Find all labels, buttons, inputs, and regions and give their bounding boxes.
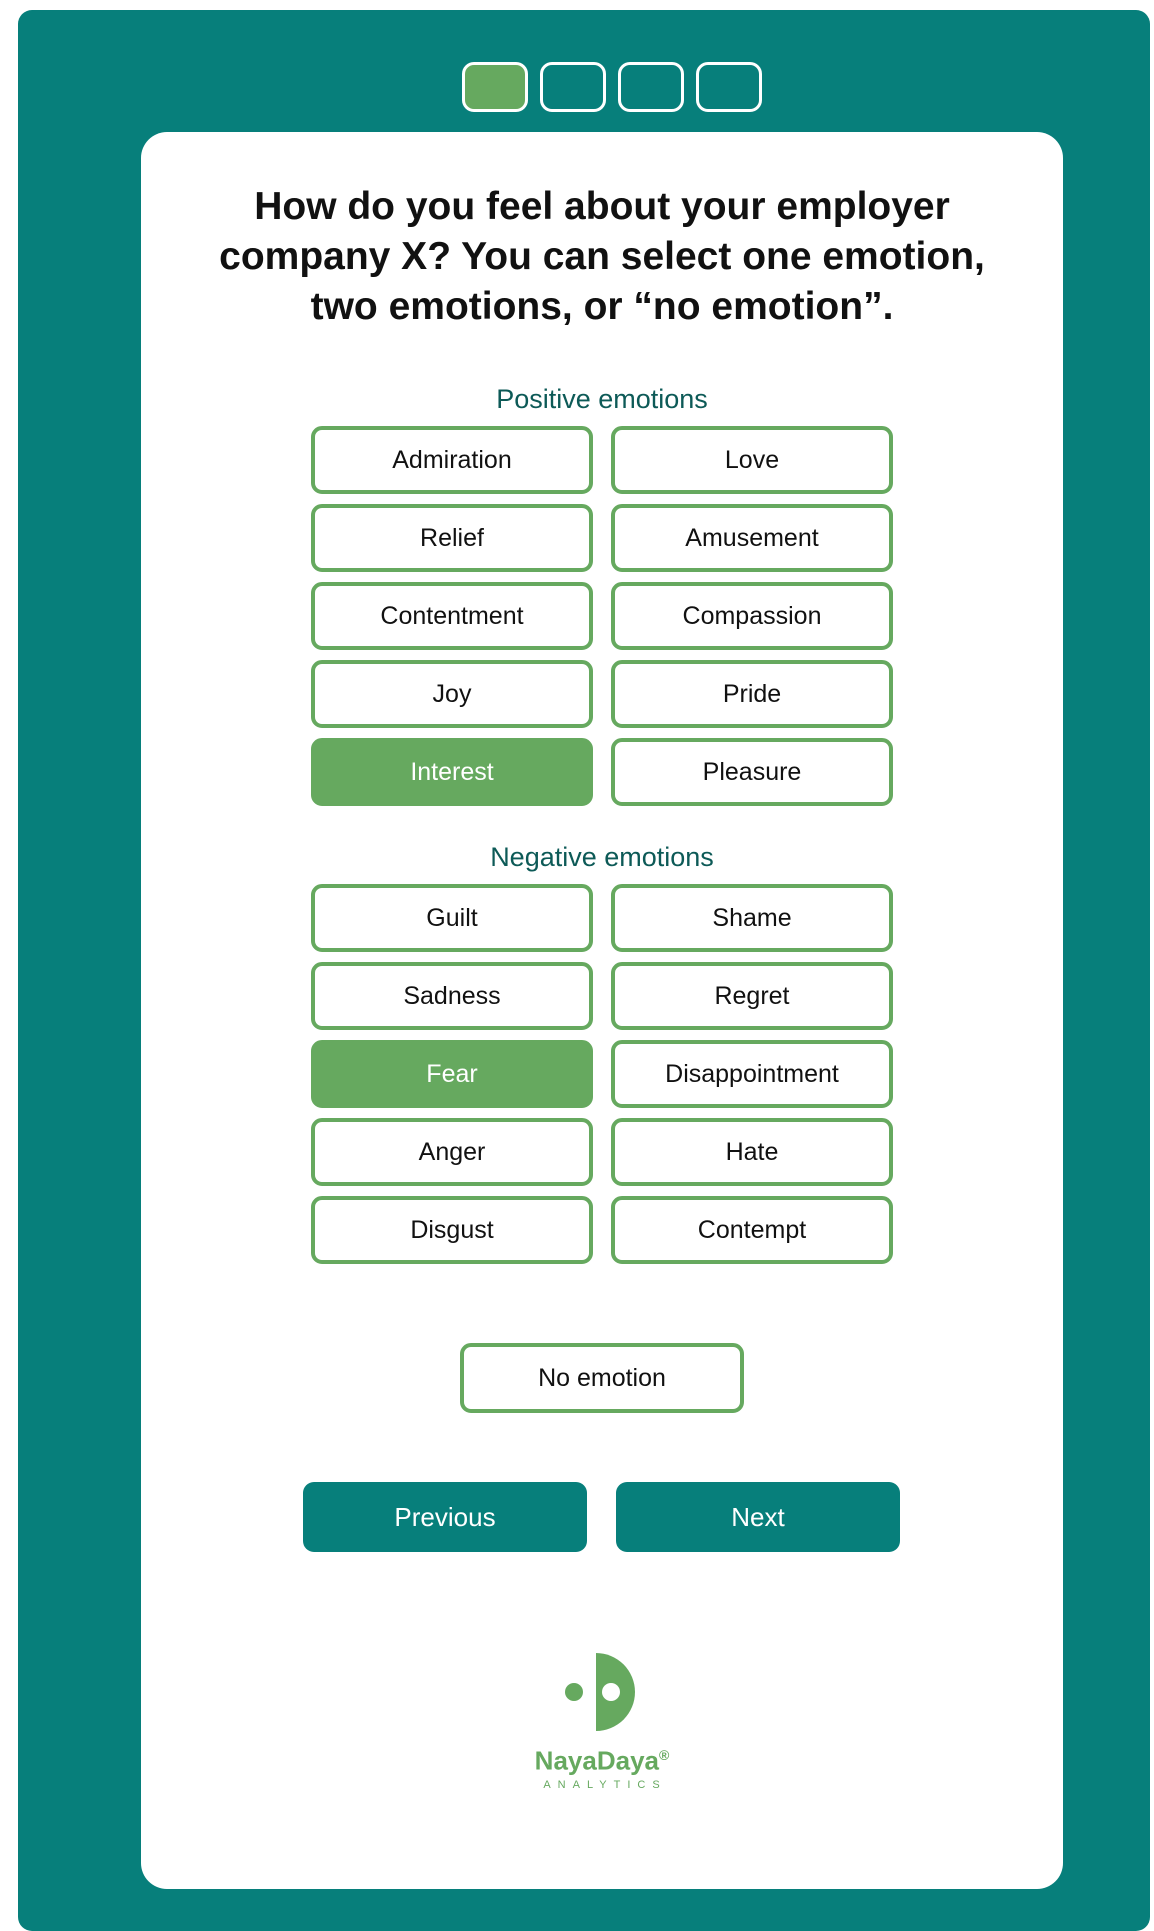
- emotion-option-contentment[interactable]: Contentment: [311, 582, 593, 650]
- nayadaya-logo: NayaDaya® ANALYTICS: [502, 1652, 702, 1802]
- survey-frame: How do you feel about your employer comp…: [18, 10, 1150, 1931]
- emotion-option-pride[interactable]: Pride: [611, 660, 893, 728]
- emotion-option-anger[interactable]: Anger: [311, 1118, 593, 1186]
- emotion-option-pleasure[interactable]: Pleasure: [611, 738, 893, 806]
- logo-brand: NayaDaya®: [534, 1745, 670, 1776]
- emotion-option-compassion[interactable]: Compassion: [611, 582, 893, 650]
- logo-tagline: ANALYTICS: [543, 1778, 667, 1791]
- progress-step-1: [462, 62, 528, 112]
- emotion-option-shame[interactable]: Shame: [611, 884, 893, 952]
- question-card: How do you feel about your employer comp…: [141, 132, 1063, 1889]
- negative-emotions-grid: Guilt Shame Sadness Regret Fear Disappointmen…: [311, 884, 893, 1264]
- negative-emotions-title: Negative emotions: [490, 842, 714, 872]
- emotion-option-love[interactable]: Love: [611, 426, 893, 494]
- emotion-option-joy[interactable]: Joy: [311, 660, 593, 728]
- emotion-option-interest[interactable]: Interest: [311, 738, 593, 806]
- emotion-option-hate[interactable]: Hate: [611, 1118, 893, 1186]
- progress-steps: [462, 62, 762, 112]
- emotion-option-admiration[interactable]: Admiration: [311, 426, 593, 494]
- emotion-option-fear[interactable]: Fear: [311, 1040, 593, 1108]
- progress-step-2: [540, 62, 606, 112]
- emotion-option-regret[interactable]: Regret: [611, 962, 893, 1030]
- next-button[interactable]: Next: [616, 1482, 900, 1552]
- positive-emotions-title: Positive emotions: [496, 384, 708, 414]
- emotion-option-contempt[interactable]: Contempt: [611, 1196, 893, 1264]
- emotion-option-disgust[interactable]: Disgust: [311, 1196, 593, 1264]
- emotion-option-amusement[interactable]: Amusement: [611, 504, 893, 572]
- emotion-option-disappointment[interactable]: Disappointment: [611, 1040, 893, 1108]
- progress-step-3: [618, 62, 684, 112]
- no-emotion-button[interactable]: No emotion: [460, 1343, 744, 1413]
- question-text: How do you feel about your employer comp…: [219, 185, 985, 328]
- emotion-option-guilt[interactable]: Guilt: [311, 884, 593, 952]
- positive-emotions-grid: Admiration Love Relief Amusement Contentment…: [311, 426, 893, 806]
- emotion-option-sadness[interactable]: Sadness: [311, 962, 593, 1030]
- logo-mark-icon: [565, 1653, 635, 1731]
- emotion-option-relief[interactable]: Relief: [311, 504, 593, 572]
- previous-button[interactable]: Previous: [303, 1482, 587, 1552]
- progress-step-4: [696, 62, 762, 112]
